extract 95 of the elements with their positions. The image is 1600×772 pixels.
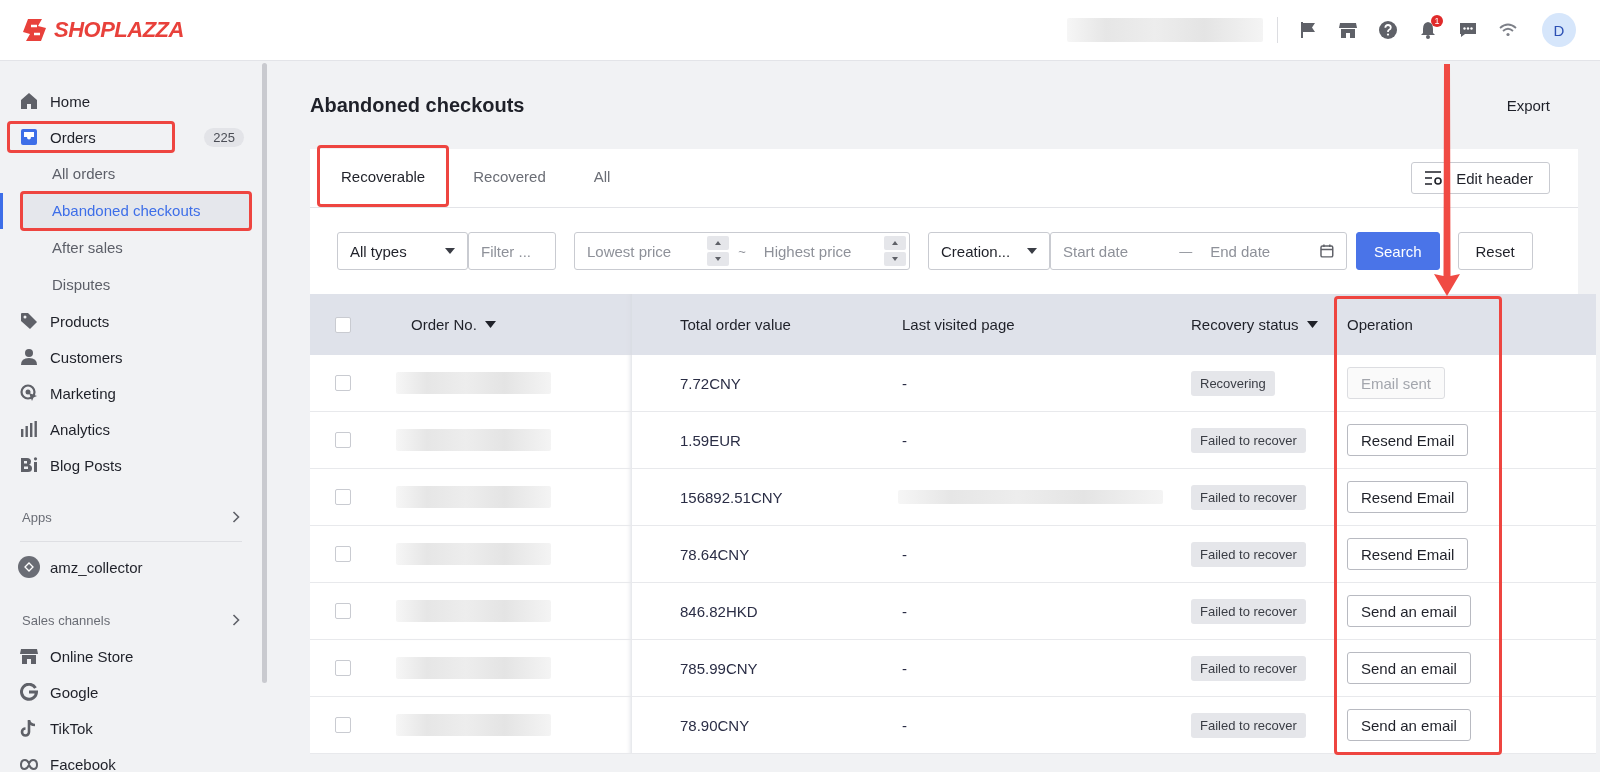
table-cell: 1.59EUR [680,431,741,449]
chevron-right-icon[interactable] [232,511,240,523]
nav-item[interactable]: Abandoned checkouts [20,190,252,231]
status-tag: Failed to recover [1191,655,1306,681]
column-header[interactable]: Last visited page [902,316,1015,333]
checkbox[interactable] [335,375,351,391]
chevron-right-icon[interactable] [232,614,240,626]
nav-item[interactable]: TikTok [7,712,175,744]
nav-item[interactable]: Orders [7,121,175,153]
page-title: Abandoned checkouts [310,93,525,117]
sort-caret-icon[interactable] [1306,321,1318,328]
sort-caret-icon[interactable] [484,321,496,328]
email-button[interactable]: Send an email [1347,709,1471,741]
table-cell: - [902,431,907,449]
column-header[interactable]: Order No. [411,316,477,333]
wifi-icon[interactable] [1499,23,1517,37]
table-cell: 156892.51CNY [680,488,783,506]
nav-item[interactable]: Blog Posts [7,449,175,481]
export-link[interactable]: Export [1506,96,1550,114]
start-date-field[interactable]: Start date [1051,242,1174,260]
column-header[interactable]: Total order value [680,316,791,333]
email-button[interactable]: Send an email [1347,652,1471,684]
bell-icon[interactable] [1419,21,1437,39]
columns-settings-icon [1424,170,1445,186]
status-tag: Recovering [1191,370,1275,396]
store-icon[interactable] [1339,21,1357,39]
status-tag: Failed to recover [1191,484,1306,510]
range-separator: — [1179,243,1193,259]
table-cell: - [902,659,907,677]
table-cell: 785.99CNY [680,659,758,677]
checkbox[interactable] [335,489,351,505]
email-button[interactable]: Resend Email [1347,481,1469,513]
tab[interactable]: Recovered [449,145,570,207]
search-button[interactable]: Search [1356,232,1440,270]
nav-item[interactable]: Google [7,676,175,708]
checkbox[interactable] [335,316,351,333]
app-item[interactable]: amz_collector [0,548,262,586]
status-tag: Failed to recover [1191,712,1306,738]
count-badge: 225 [204,127,244,147]
table-cell: - [902,602,907,620]
min-price-field[interactable]: Lowest price [575,242,708,260]
checkbox[interactable] [335,546,351,562]
checkbox[interactable] [335,660,351,676]
nav-item[interactable]: Facebook [7,748,175,772]
caret-down-icon [445,248,455,254]
section-label: Apps [22,509,52,525]
app-icon [18,556,40,578]
edit-header-button[interactable]: Edit header [1411,162,1550,194]
section-label: Sales channels [22,612,111,628]
table-cell: - [902,716,907,734]
table-cell: 846.82HKD [680,602,758,620]
email-button[interactable]: Resend Email [1347,424,1469,456]
table-cell: - [902,374,907,392]
filter-field[interactable]: Filter ... [468,232,556,270]
status-tag: Failed to recover [1191,598,1306,624]
selection-indicator [0,192,3,229]
nav-item[interactable]: Customers [7,341,175,373]
max-price-field[interactable]: Highest price [751,242,884,260]
avatar[interactable]: D [1542,13,1576,47]
range-separator: ~ [738,243,746,259]
nav-item[interactable]: Analytics [7,413,175,445]
nav-item[interactable]: Online Store [7,640,175,672]
table-cell: 78.90CNY [680,716,750,734]
tab[interactable]: All [569,145,635,207]
nav-item[interactable]: Home [7,85,175,117]
column-header[interactable]: Recovery status [1191,316,1299,333]
logo-text: SHOPLAZZA [54,17,184,43]
checkbox[interactable] [335,603,351,619]
tab[interactable]: Recoverable [317,145,450,207]
stepper-icon[interactable] [884,236,906,266]
status-tag: Failed to recover [1191,541,1306,567]
table-cell: - [902,545,907,563]
flag-icon[interactable] [1299,21,1317,39]
type-select[interactable]: All types [337,232,468,270]
nav-item[interactable]: Products [7,305,175,337]
stepper-icon[interactable] [707,236,730,266]
logo-icon [22,17,48,43]
notification-badge: 1 [1431,15,1443,27]
reset-button[interactable]: Reset [1457,232,1533,270]
email-button[interactable]: Resend Email [1347,538,1469,570]
status-tag: Failed to recover [1191,427,1306,453]
table-cell: 7.72CNY [680,374,741,392]
help-icon[interactable] [1379,21,1397,39]
caret-down-icon [1027,248,1037,254]
table-cell: 78.64CNY [680,545,750,563]
chat-icon[interactable] [1459,21,1477,39]
scrollbar[interactable] [262,63,267,683]
date-type-select[interactable]: Creation... [928,232,1050,270]
email-button[interactable]: Send an email [1347,595,1471,627]
checkbox[interactable] [335,432,351,448]
nav-item[interactable]: Marketing [7,377,175,409]
column-header[interactable]: Operation [1347,316,1413,333]
checkbox[interactable] [335,717,351,733]
end-date-field[interactable]: End date [1198,242,1321,260]
calendar-icon [1320,244,1334,258]
